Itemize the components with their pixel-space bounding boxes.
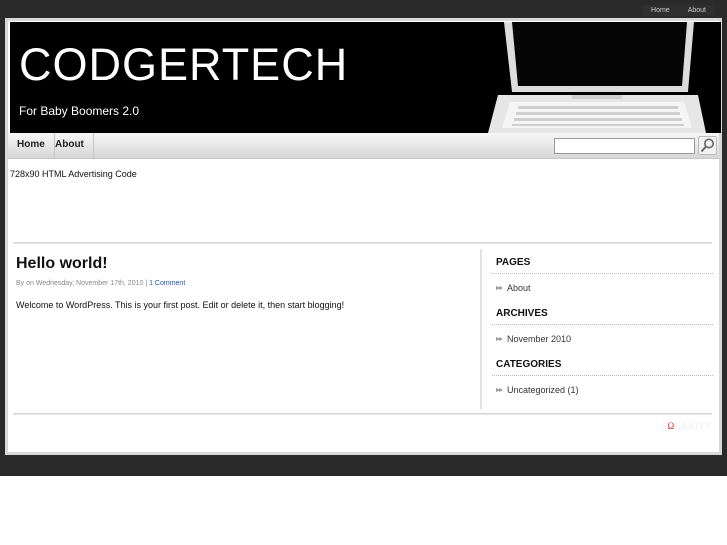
sidebar-item-label: November 2010: [507, 334, 572, 344]
widget-rule: [492, 375, 713, 376]
logo-glyph: Ω: [667, 421, 675, 431]
divider-bottom: [13, 413, 712, 415]
comments-link[interactable]: 1 Comment: [149, 280, 185, 287]
sidebar-item-uncategorized[interactable]: Uncategorized (1): [495, 385, 579, 395]
logo-text: CRATES: [674, 421, 712, 431]
sidebar-item-about[interactable]: About: [495, 283, 531, 293]
arrow-bullet-icon: [496, 337, 503, 341]
arrow-bullet-icon: [496, 286, 503, 290]
post-body: Welcome to WordPress. This is your first…: [16, 300, 345, 310]
magnifier-icon[interactable]: [698, 136, 717, 155]
ad-placeholder: 728x90 HTML Advertising Code: [10, 169, 137, 179]
search-input[interactable]: [554, 138, 695, 154]
post-title[interactable]: Hello world!: [16, 255, 108, 273]
widget-rule: [492, 324, 713, 325]
site-title[interactable]: CODGERTECH: [19, 42, 348, 87]
site-header: CODGERTECH For Baby Boomers 2.0: [10, 22, 721, 133]
widget-rule: [492, 273, 713, 274]
widget-title-categories: CATEGORIES: [496, 359, 562, 370]
arrow-bullet-icon: [496, 388, 503, 392]
top-link-about[interactable]: About: [678, 5, 715, 16]
laptop-image: [488, 22, 706, 133]
top-links: Home About: [642, 5, 715, 16]
post-meta-text: By on Wednesday, November 17th, 2010 |: [16, 280, 150, 287]
widget-title-pages: PAGES: [496, 257, 531, 268]
widget-title-archives: ARCHIVES: [496, 308, 548, 319]
top-link-home[interactable]: Home: [642, 5, 679, 16]
sidebar-item-label: About: [507, 283, 531, 293]
page-container: CODGERTECH For Baby Boomers 2.0 Home Abo…: [5, 18, 722, 455]
post-meta: By on Wednesday, November 17th, 2010 | 1…: [16, 280, 185, 287]
sidebar-item-label: Uncategorized (1): [507, 385, 579, 395]
socrates-logo[interactable]: SΩCRATES: [662, 421, 711, 431]
sidebar-item-november-2010[interactable]: November 2010: [495, 334, 571, 344]
divider-top: [13, 242, 712, 244]
site-tagline: For Baby Boomers 2.0: [19, 104, 140, 118]
sidebar-divider: [480, 249, 482, 409]
nav-bar: Home About: [8, 133, 719, 159]
nav-about[interactable]: About: [46, 133, 94, 159]
